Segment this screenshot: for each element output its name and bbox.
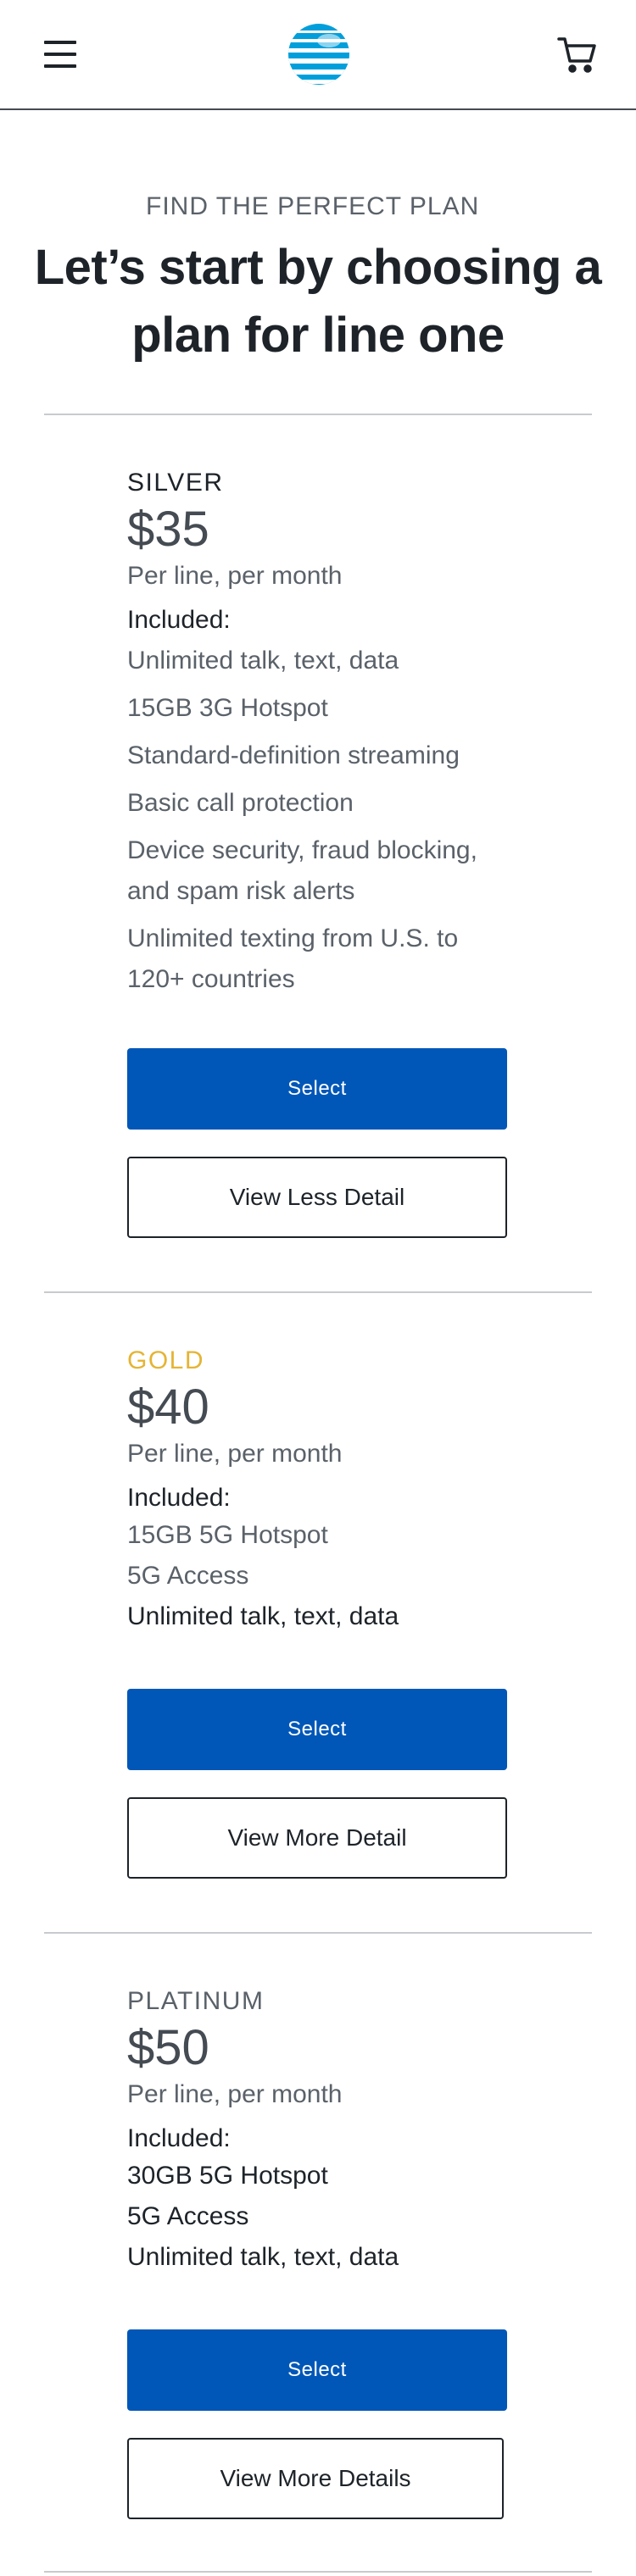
page-title: Let’s start by choosing a plan for line … <box>34 240 602 363</box>
plan-feature: 5G Access <box>127 1562 249 1590</box>
included-label: Included: <box>127 606 231 634</box>
plan-feature: Basic call protection <box>127 789 354 817</box>
plan-card-silver: SILVER $35 Per line, per month Included:… <box>127 468 509 1000</box>
plan-feature: Standard-definition streaming <box>127 741 460 769</box>
plan-feature: Unlimited talk, text, data <box>127 2243 399 2271</box>
plan-period: Per line, per month <box>127 562 343 590</box>
included-label: Included: <box>127 1484 231 1512</box>
att-globe-logo[interactable] <box>287 22 351 86</box>
view-detail-button-gold[interactable]: View More Detail <box>127 1797 507 1879</box>
view-detail-button-silver[interactable]: View Less Detail <box>127 1157 507 1238</box>
plan-feature: Unlimited texting from U.S. to 120+ coun… <box>127 924 459 993</box>
plan-feature: 30GB 5G Hotspot <box>127 2162 328 2190</box>
plan-feature: 5G Access <box>127 2202 249 2230</box>
select-button-silver[interactable]: Select <box>127 1048 507 1130</box>
plan-card-platinum: PLATINUM $50 Per line, per month Include… <box>127 1986 509 2278</box>
view-detail-button-platinum[interactable]: View More Details <box>127 2438 504 2519</box>
plan-feature: Unlimited talk, text, data <box>127 1602 399 1630</box>
plan-period: Per line, per month <box>127 2080 343 2108</box>
plan-price: $35 <box>127 502 209 557</box>
plan-feature: Unlimited talk, text, data <box>127 647 399 675</box>
plan-feature: 15GB 5G Hotspot <box>127 1521 328 1549</box>
plan-tier: SILVER <box>127 469 224 497</box>
select-button-platinum[interactable]: Select <box>127 2329 507 2411</box>
plan-feature: 15GB 3G Hotspot <box>127 694 328 722</box>
hamburger-icon[interactable] <box>44 41 78 69</box>
plan-period: Per line, per month <box>127 1440 343 1468</box>
section-divider <box>44 414 592 415</box>
site-header <box>0 0 636 110</box>
section-divider <box>44 1932 592 1934</box>
select-button-gold[interactable]: Select <box>127 1689 507 1770</box>
plan-tier: PLATINUM <box>127 1987 265 2015</box>
eyebrow-text: FIND THE PERFECT PLAN <box>146 192 480 220</box>
included-label: Included: <box>127 2124 231 2152</box>
plan-price: $40 <box>127 1380 209 1435</box>
plan-feature: Device security, fraud blocking, and spa… <box>127 836 477 905</box>
plan-card-gold: GOLD $40 Per line, per month Included: 1… <box>127 1346 509 1637</box>
plan-price: $50 <box>127 2020 209 2075</box>
section-divider <box>44 2571 592 2573</box>
plan-tier: GOLD <box>127 1346 205 1374</box>
cart-icon[interactable] <box>556 36 597 75</box>
section-divider <box>44 1291 592 1293</box>
